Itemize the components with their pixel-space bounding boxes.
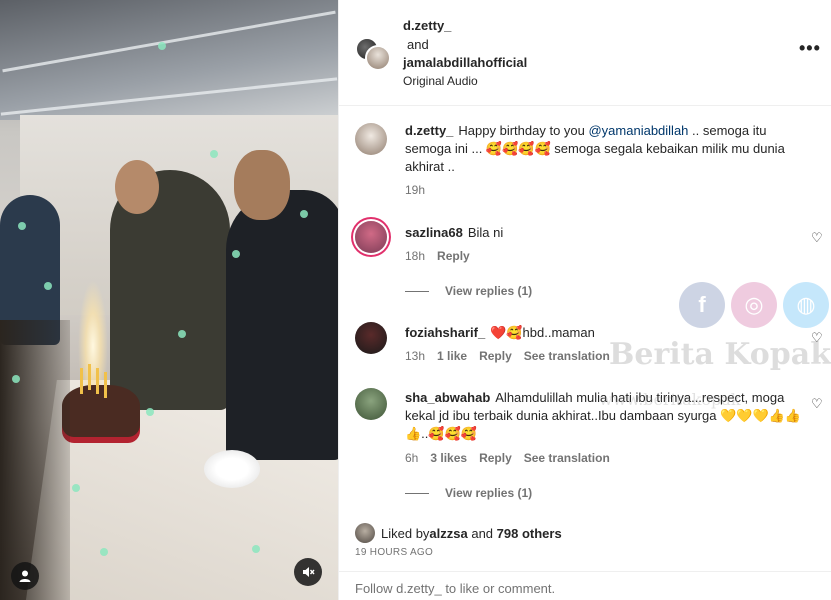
post-timestamp[interactable]: 19 HOURS AGO — [355, 547, 433, 558]
heart-outline-icon[interactable]: ♡ — [811, 231, 824, 244]
likes-count[interactable]: 3 likes — [430, 451, 467, 465]
caption-text-start: Happy birthday to you — [458, 123, 589, 138]
comment-username[interactable]: d.zetty_ — [405, 123, 453, 138]
confetti — [18, 222, 26, 230]
confetti — [232, 250, 240, 258]
candle — [104, 372, 107, 398]
comment-text: foziahsharif_ ❤️🥰hbd..maman — [405, 324, 795, 342]
liked-others[interactable]: 798 others — [497, 526, 562, 541]
comment-username[interactable]: foziahsharif_ — [405, 325, 485, 340]
confetti — [158, 42, 166, 50]
paper-plates — [204, 450, 260, 488]
avatar[interactable] — [355, 523, 375, 543]
comments-panel: d.zetty_ and jamalabdillahofficial Origi… — [338, 0, 831, 600]
comment-meta: 6h 3 likes Reply See translation — [405, 451, 610, 465]
avatar[interactable] — [355, 123, 387, 155]
audio-link[interactable]: Original Audio — [403, 74, 478, 88]
heart-outline-icon[interactable]: ♡ — [811, 331, 824, 344]
likes-summary: Liked by alzzsa and 798 others — [355, 523, 562, 543]
reply-button[interactable]: Reply — [479, 349, 512, 363]
confetti — [72, 484, 80, 492]
confetti — [100, 548, 108, 556]
heart-outline-icon[interactable]: ♡ — [811, 397, 824, 410]
person-left-head — [115, 160, 159, 214]
comment-meta: 18h Reply — [405, 249, 470, 263]
comment-content: Bila ni — [467, 225, 504, 240]
candle — [80, 368, 83, 394]
facebook-icon: f — [679, 282, 725, 328]
post-header: d.zetty_ and jamalabdillahofficial Origi… — [339, 0, 831, 106]
confetti — [252, 545, 260, 553]
post-viewer: d.zetty_ and jamalabdillahofficial Origi… — [0, 0, 831, 600]
comment-text: sha_abwahab Alhamdulillah mulia hati ibu … — [405, 389, 805, 443]
confetti — [178, 330, 186, 338]
divider — [405, 492, 429, 494]
divider — [405, 290, 429, 292]
view-replies-label: View replies (1) — [445, 284, 533, 298]
liked-user[interactable]: alzzsa — [429, 526, 467, 541]
collaborator-username[interactable]: jamalabdillahofficial — [403, 55, 527, 70]
user-tag-icon[interactable] — [11, 562, 39, 590]
mention-link[interactable]: @yamaniabdillah — [588, 123, 688, 138]
candle — [96, 368, 99, 394]
person-right-head — [234, 150, 290, 220]
confetti — [146, 408, 154, 416]
liked-prefix: Liked by — [381, 525, 430, 541]
comment-footer: Follow d.zetty_ to like or comment. — [339, 571, 831, 600]
watermark-text: Berita Kopak — [609, 337, 831, 372]
foreground-shadow — [0, 320, 70, 600]
liked-middle: and — [467, 525, 497, 541]
avatar[interactable] — [365, 45, 391, 71]
view-replies-label: View replies (1) — [445, 486, 533, 500]
comment-username[interactable]: sazlina68 — [405, 225, 463, 240]
author-username[interactable]: d.zetty_ — [403, 18, 451, 33]
post-video[interactable] — [0, 0, 338, 600]
collab-conjunction: and — [407, 37, 429, 52]
comment-meta: 19h — [405, 183, 425, 197]
confetti — [12, 375, 20, 383]
globe-icon: ◍ — [783, 282, 829, 328]
see-translation-button[interactable]: See translation — [524, 349, 610, 363]
collab-avatars[interactable] — [355, 37, 391, 73]
comment-content: ❤️🥰hbd..maman — [490, 325, 595, 340]
comment-time[interactable]: 13h — [405, 349, 425, 363]
birthday-cake — [62, 385, 140, 437]
comment-text: sazlina68 Bila ni — [405, 224, 795, 242]
comment-time[interactable]: 19h — [405, 183, 425, 197]
avatar[interactable] — [355, 221, 387, 253]
candle — [88, 364, 91, 390]
reply-button[interactable]: Reply — [479, 451, 512, 465]
see-translation-button[interactable]: See translation — [524, 451, 610, 465]
confetti — [44, 282, 52, 290]
likes-count[interactable]: 1 like — [437, 349, 467, 363]
confetti — [300, 210, 308, 218]
comment-meta: 13h 1 like Reply See translation — [405, 349, 610, 363]
reply-button[interactable]: Reply — [437, 249, 470, 263]
comment-time[interactable]: 18h — [405, 249, 425, 263]
view-replies-button[interactable]: View replies (1) — [405, 284, 532, 298]
avatar[interactable] — [355, 388, 387, 420]
confetti — [210, 150, 218, 158]
caption-text: d.zetty_ Happy birthday to you @yamaniabd… — [405, 122, 795, 176]
more-options-icon[interactable]: ••• — [799, 38, 821, 59]
person-right — [226, 190, 338, 460]
instagram-icon: ◎ — [731, 282, 777, 328]
muted-speaker-icon[interactable] — [294, 558, 322, 586]
avatar[interactable] — [355, 322, 387, 354]
view-replies-button[interactable]: View replies (1) — [405, 486, 532, 500]
comment-username[interactable]: sha_abwahab — [405, 390, 490, 405]
comment-time[interactable]: 6h — [405, 451, 418, 465]
follow-prompt[interactable]: Follow d.zetty_ to like or comment. — [355, 581, 555, 596]
